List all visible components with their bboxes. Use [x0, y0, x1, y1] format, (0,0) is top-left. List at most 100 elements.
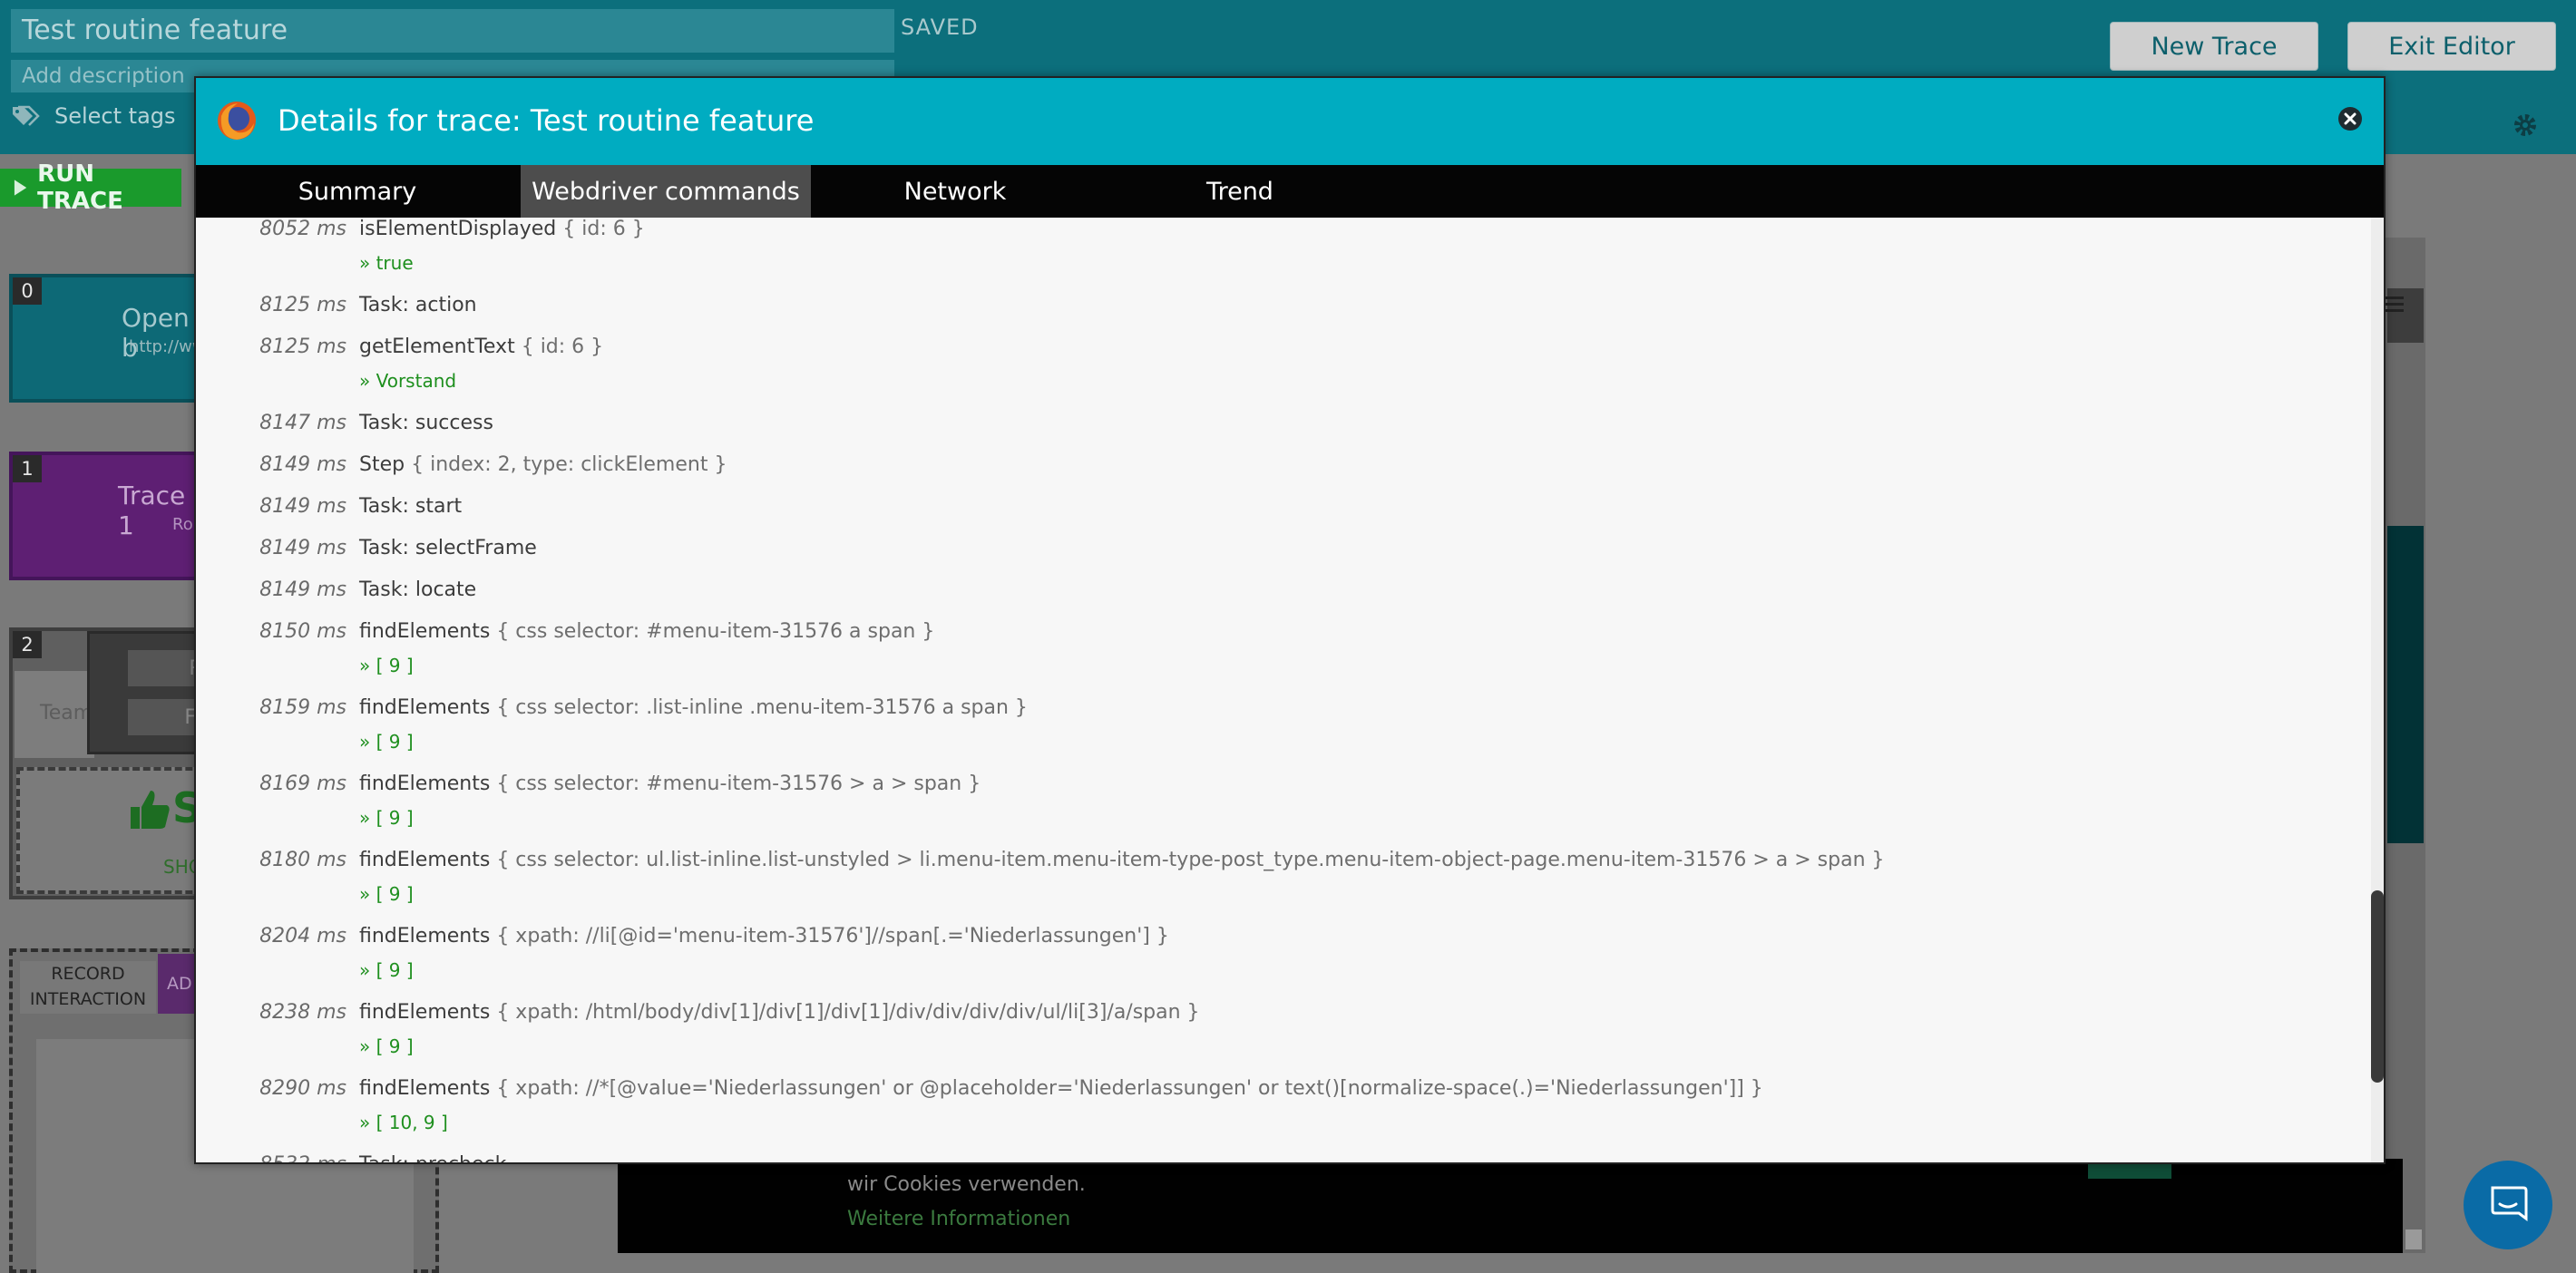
- chat-launcher-button[interactable]: [2464, 1161, 2552, 1249]
- gear-icon[interactable]: [2513, 112, 2538, 138]
- record-interaction-tab[interactable]: RECORD INTERACTION: [20, 961, 156, 1014]
- command-result: » [ 9 ]: [359, 1035, 414, 1057]
- command-name-text: Task: precheck: [359, 1153, 506, 1162]
- chat-icon: [2491, 1186, 2528, 1221]
- command-time: 8125 ms: [259, 294, 346, 316]
- thumbs-up-icon: [131, 791, 170, 829]
- command-time: 8532 ms: [196, 1153, 346, 1162]
- command-name-text: findElements: [359, 773, 491, 795]
- command-name: Task: precheck: [359, 1153, 506, 1162]
- command-name: findElements { css selector: .list-inlin…: [359, 696, 1028, 719]
- command-name: isElementDisplayed { id: 6 }: [359, 218, 645, 240]
- command-result: » Vorstand: [359, 370, 457, 392]
- command-name: findElements { xpath: //li[@id='menu-ite…: [359, 925, 1169, 947]
- command-time: 8149 ms: [259, 453, 346, 476]
- step-index: 0: [13, 277, 42, 305]
- tab-network[interactable]: Network: [815, 165, 1096, 218]
- trace-details-modal: Details for trace: Test routine feature …: [194, 76, 2386, 1164]
- command-row: 8149 msmsTask: selectFrame: [196, 537, 2355, 578]
- command-name-text: findElements: [359, 1001, 491, 1024]
- command-name-text: Task: selectFrame: [359, 537, 537, 559]
- command-result: » [ 10, 9 ]: [359, 1112, 448, 1133]
- close-icon[interactable]: [2337, 105, 2364, 132]
- command-row: 8238 msmsfindElements { xpath: /html/bod…: [196, 1001, 2355, 1077]
- command-row: 8149 msmsTask: start: [196, 495, 2355, 537]
- command-time: 8238 ms: [259, 1001, 346, 1024]
- modal-tabbar: Summary Webdriver commands Network Trend: [196, 165, 2384, 218]
- step-index: 1: [13, 455, 42, 482]
- command-row: 8532 msmsTask: precheck: [196, 1153, 2355, 1162]
- command-row: 8149 msmsTask: locate: [196, 578, 2355, 620]
- command-time: 8147 ms: [259, 412, 346, 434]
- command-row: 8180 msmsfindElements { css selector: ul…: [196, 849, 2355, 925]
- command-name: Task: action: [359, 294, 477, 316]
- command-name: findElements { xpath: //*[@value='Nieder…: [359, 1077, 1763, 1100]
- command-args: { css selector: #menu-item-31576 > a > s…: [496, 773, 981, 795]
- command-name-text: findElements: [359, 1077, 491, 1100]
- success-drop-zone[interactable]: S SHO: [16, 767, 203, 894]
- firefox-icon: [218, 102, 256, 140]
- command-time: 8169 ms: [259, 773, 346, 795]
- command-name: Step { index: 2, type: clickElement }: [359, 453, 727, 476]
- command-args: { xpath: //li[@id='menu-item-31576']//sp…: [496, 925, 1169, 947]
- command-name-text: Task: action: [359, 294, 477, 316]
- modal-header: Details for trace: Test routine feature: [196, 78, 2384, 165]
- tag-selector[interactable]: Select tags: [11, 103, 176, 129]
- command-time: 8150 ms: [259, 620, 346, 643]
- command-result: » [ 9 ]: [359, 655, 414, 676]
- step-card-2[interactable]: 2 Team R Fo S SHO: [9, 627, 287, 899]
- command-name-text: Step: [359, 453, 405, 476]
- saved-status: SAVED: [901, 15, 979, 40]
- preview-block-dark: [2387, 526, 2424, 843]
- command-name-text: findElements: [359, 849, 491, 871]
- webdriver-command-list[interactable]: 8052 msmsisElementDisplayed { id: 6 }» t…: [196, 218, 2371, 1162]
- command-args: { id: 6 }: [562, 218, 645, 240]
- play-icon: [14, 180, 27, 196]
- tab-summary[interactable]: Summary: [196, 165, 519, 218]
- command-name-text: findElements: [359, 696, 491, 719]
- command-time: 8052 ms: [259, 218, 346, 240]
- command-time: 8125 ms: [259, 335, 346, 358]
- command-args: { css selector: #menu-item-31576 a span …: [496, 620, 935, 643]
- step-card-1[interactable]: 1 Trace 1 Ro: [9, 452, 200, 580]
- command-result: » [ 9 ]: [359, 731, 414, 753]
- command-name-text: findElements: [359, 925, 491, 947]
- command-args: { index: 2, type: clickElement }: [411, 453, 727, 476]
- command-time: 8149 ms: [259, 578, 346, 601]
- command-name: Task: locate: [359, 578, 476, 601]
- command-time: 8149 ms: [259, 495, 346, 518]
- command-name: findElements { css selector: ul.list-inl…: [359, 849, 1885, 871]
- new-trace-button[interactable]: New Trace: [2110, 22, 2318, 71]
- command-result: » [ 9 ]: [359, 807, 414, 829]
- preview-scroll-arrow[interactable]: [2405, 1229, 2422, 1249]
- command-row: 8290 msmsfindElements { xpath: //*[@valu…: [196, 1077, 2355, 1153]
- step-card-0[interactable]: 0 Open b http://ww: [9, 274, 206, 403]
- modal-scrollbar-thumb[interactable]: [2371, 890, 2384, 1083]
- command-name: Task: selectFrame: [359, 537, 537, 559]
- command-args: { xpath: //*[@value='Niederlassungen' or…: [496, 1077, 1763, 1100]
- command-time: 8290 ms: [259, 1077, 346, 1100]
- cookie-more-info-link[interactable]: Weitere Informationen: [847, 1208, 1070, 1230]
- command-name-text: Task: start: [359, 495, 463, 518]
- command-name-text: Task: locate: [359, 578, 477, 601]
- step-subtitle: Ro: [172, 515, 193, 534]
- command-name: Task: start: [359, 495, 462, 518]
- command-name: findElements { css selector: #menu-item-…: [359, 773, 981, 795]
- tab-trend[interactable]: Trend: [1099, 165, 1381, 218]
- command-row: 8147 msmsTask: success: [196, 412, 2355, 453]
- exit-editor-button[interactable]: Exit Editor: [2347, 22, 2556, 71]
- command-row: 8159 msmsfindElements { css selector: .l…: [196, 696, 2355, 773]
- command-name: findElements { xpath: /html/body/div[1]/…: [359, 1001, 1200, 1024]
- run-trace-label: RUN TRACE: [37, 160, 123, 215]
- command-result: » [ 9 ]: [359, 883, 414, 905]
- command-result: » true: [359, 252, 414, 274]
- command-name-text: Task: success: [359, 412, 493, 434]
- command-name-text: getElementText: [359, 335, 515, 358]
- tab-webdriver-commands[interactable]: Webdriver commands: [521, 165, 811, 218]
- command-name-text: isElementDisplayed: [359, 218, 557, 240]
- command-row: 8149 msmsStep { index: 2, type: clickEle…: [196, 453, 2355, 495]
- step-left-text: Team: [15, 671, 94, 758]
- command-row: 8204 msmsfindElements { xpath: //li[@id=…: [196, 925, 2355, 1001]
- run-trace-button[interactable]: RUN TRACE: [0, 160, 181, 215]
- trace-title-input[interactable]: Test routine feature: [11, 9, 894, 53]
